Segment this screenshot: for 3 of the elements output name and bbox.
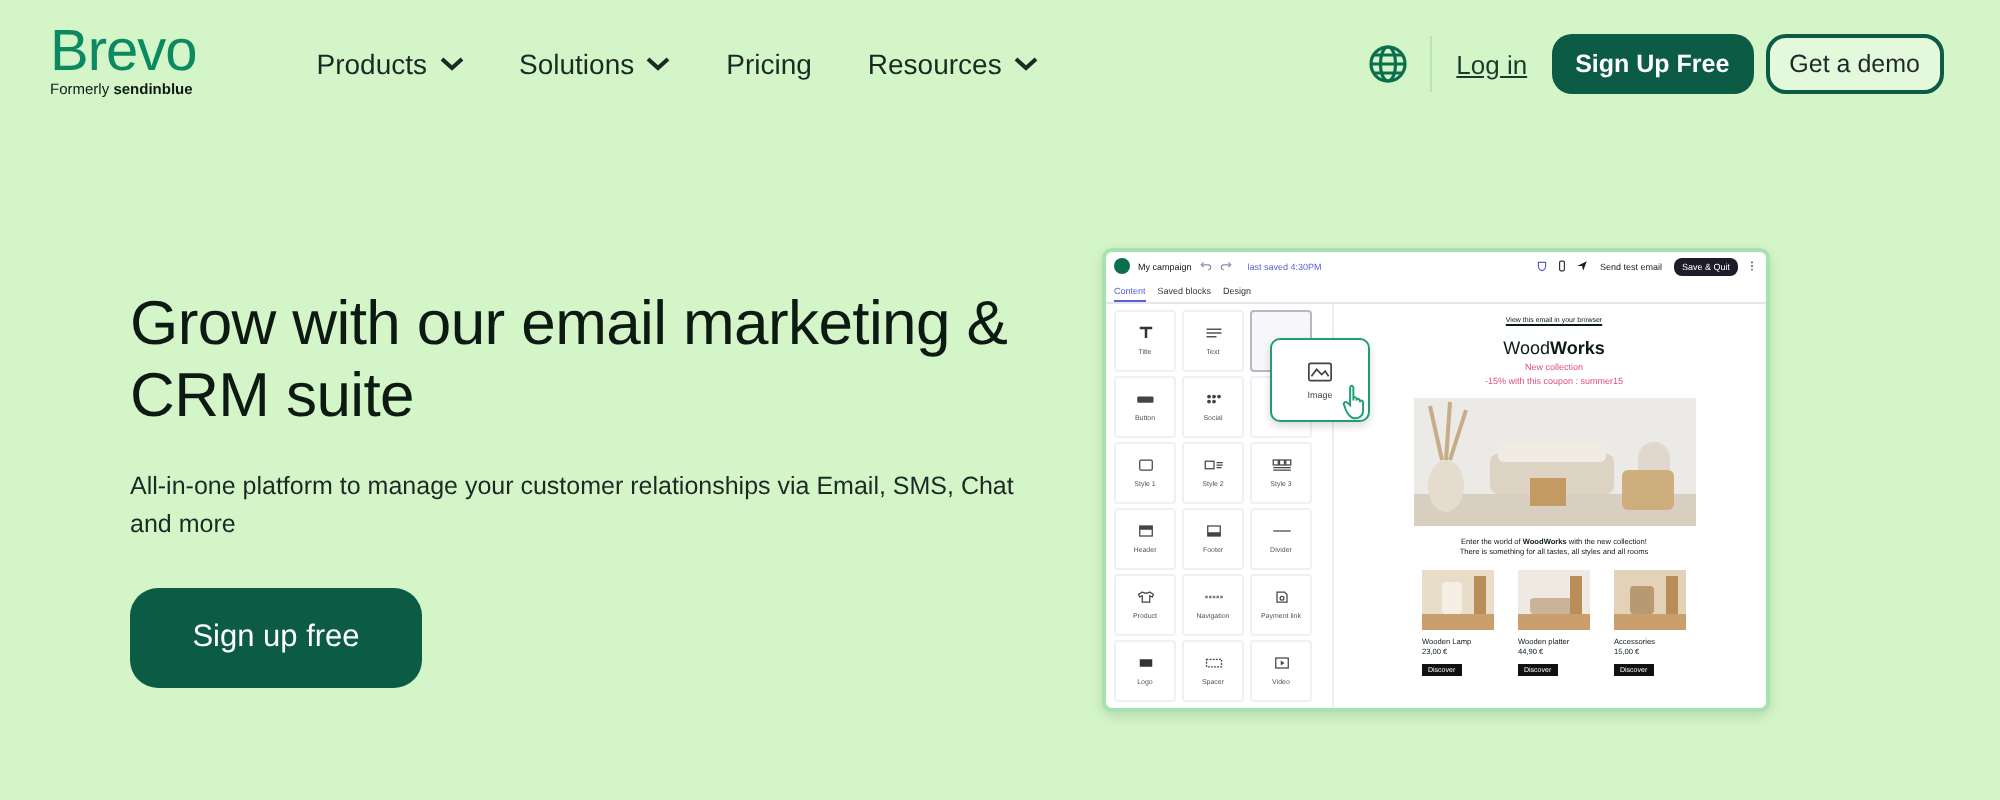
hero-subtitle: All-in-one platform to manage your customer relationships via Email, SMS, Chat and more — [130, 470, 1016, 542]
hero-title: Grow with our email marketing & CRM suite — [130, 288, 1010, 432]
email-brand: WoodWorks — [1503, 338, 1605, 358]
